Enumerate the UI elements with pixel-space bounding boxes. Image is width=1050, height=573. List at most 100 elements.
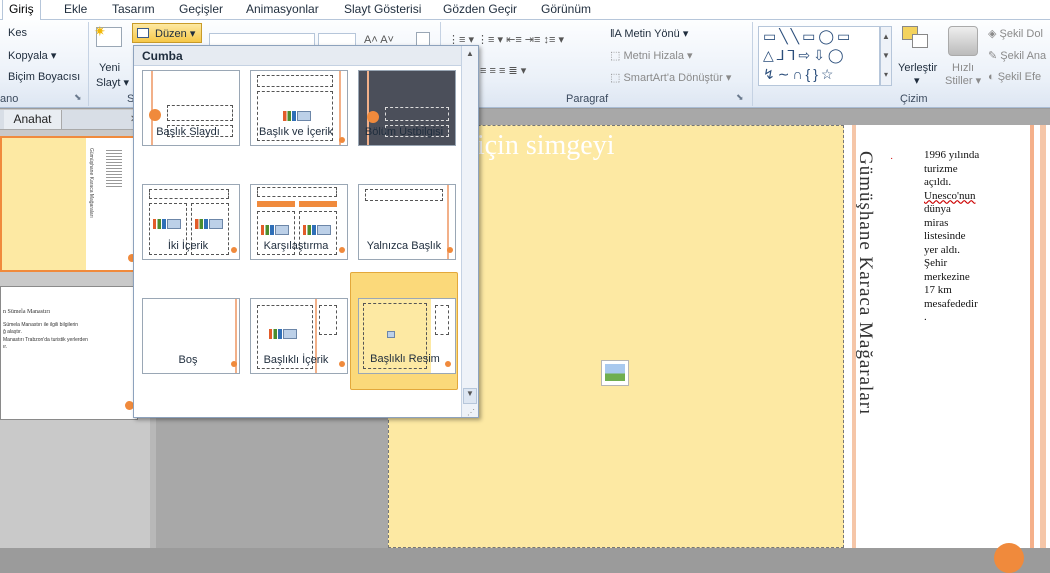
tab-outline[interactable]: Anahat <box>4 110 62 129</box>
layout-label: Bölüm Üstbilgisi <box>364 126 444 138</box>
arrange-dropdown-icon[interactable]: ▾ <box>914 74 920 87</box>
body-line: yer aldı. <box>924 243 961 256</box>
resize-grip-icon[interactable]: ⋰ <box>467 408 475 417</box>
tab-ekle[interactable]: Ekle <box>58 0 93 20</box>
text-direction-label: Metin Yönü <box>624 28 680 40</box>
shape-fill-button[interactable]: ◈ Şekil Dol <box>988 27 1043 40</box>
effects-icon: ◐ <box>988 71 995 83</box>
smartart-button[interactable]: ⬚ SmartArt'a Dönüştür ▾ <box>610 71 731 84</box>
layout-blank[interactable]: Boş <box>134 274 242 388</box>
scroll-up-icon[interactable]: ▲ <box>464 49 476 61</box>
body-line: miras <box>924 216 949 229</box>
text-direction-button[interactable]: ‖A Metin Yönü ▾ <box>610 27 688 40</box>
layout-picture-with-caption[interactable]: Başlıklı Resim <box>350 272 458 390</box>
arrange-label[interactable]: Yerleştir <box>898 62 937 74</box>
layout-label: Yalnızca Başlık <box>366 240 442 252</box>
thumbnail-line: ğ alaştır. <box>3 329 22 335</box>
slide-text-panel: Gümüşhane Karaca Mağaraları · 1996 yılın… <box>844 125 1050 573</box>
clipboard-group-label: ano <box>0 93 19 105</box>
paint-bucket-icon: ◈ <box>988 28 997 40</box>
picture-icon <box>297 111 311 121</box>
thumbnail-title: n Sümela Manastırı <box>3 309 50 315</box>
thumbnail-line: Manastırı Trabzon'da turistik yerlerden <box>3 337 88 343</box>
cut-button[interactable]: Kes <box>8 27 27 39</box>
tab-gorunum[interactable]: Görünüm <box>535 0 597 20</box>
body-line: 1996 yılında <box>924 149 980 161</box>
format-painter-button[interactable]: Biçim Boyacısı <box>8 71 80 83</box>
drawing-group-label: Çizim <box>900 93 928 105</box>
ribbon-tab-bar: Giriş Ekle Tasarım Geçişler Animasyonlar… <box>0 0 1050 21</box>
picture-icon <box>275 225 289 235</box>
shape-effects-label: Şekil Efe <box>997 71 1042 83</box>
quick-styles-label-2[interactable]: Stiller ▾ <box>945 74 981 87</box>
layout-text: Düzen <box>155 28 187 40</box>
layout-title-only[interactable]: Yalnızca Başlık <box>350 160 458 274</box>
tab-giris[interactable]: Giriş <box>2 0 41 21</box>
picture-icon <box>209 219 223 229</box>
layout-button[interactable]: Düzen ▾ <box>132 23 202 43</box>
copy-button[interactable]: Kopyala ▾ <box>8 49 56 62</box>
layout-section-header[interactable]: Bölüm Üstbilgisi <box>350 46 458 160</box>
title-box <box>257 75 333 87</box>
tab-slayt-gosterisi[interactable]: Slayt Gösterisi <box>338 0 427 20</box>
chart-icon <box>303 225 316 235</box>
new-slide-icon[interactable]: ✷ <box>94 23 122 47</box>
paragraph-group-label: Paragraf <box>566 93 609 105</box>
title-box <box>257 187 337 197</box>
layout-label: Karşılaştırma <box>263 240 329 252</box>
picture-icon <box>387 331 395 338</box>
body-line: listesinde <box>924 230 966 242</box>
new-slide-label-1[interactable]: Yeni <box>99 62 120 74</box>
picture-icon <box>283 329 297 339</box>
pencil-icon: ✎ <box>988 50 998 62</box>
quick-styles-label-1[interactable]: Hızlı <box>952 62 974 74</box>
layout-title-slide[interactable]: Başlık Slaydı <box>134 46 242 160</box>
layout-label: Başlık Slaydı <box>156 126 220 138</box>
title-box <box>167 105 233 121</box>
align-icons[interactable]: ≡ ≡ ≡ ≣ ▾ <box>480 64 526 77</box>
body-line: dünya <box>924 203 951 215</box>
insert-picture-icon[interactable] <box>601 360 629 386</box>
shape-effects-button[interactable]: ◐ Şekil Efe <box>988 71 1041 83</box>
body-text[interactable]: 1996 yılında turizme açıldı. Unesco'nun … <box>924 149 979 325</box>
layout-content-with-caption[interactable]: Başlıklı İçerik <box>242 274 350 388</box>
layout-label: İki İçerik <box>167 240 209 252</box>
shape-outline-button[interactable]: ✎ Şekil Ana <box>988 49 1046 62</box>
shapes-scroll[interactable]: ▲ ▼ ▾ <box>880 26 892 86</box>
heading-bar <box>299 201 337 207</box>
quick-styles-icon[interactable] <box>948 26 978 56</box>
align-text-button[interactable]: ⬚ Metni Hizala ▾ <box>610 49 693 62</box>
clear-format-icon[interactable] <box>416 32 430 46</box>
chart-icon <box>195 219 208 229</box>
tab-animasyonlar[interactable]: Animasyonlar <box>240 0 325 20</box>
smartart-label: SmartArt'a Dönüştür <box>623 72 723 84</box>
scroll-down-icon[interactable]: ▼ <box>463 388 477 404</box>
thumbnail-title: Gümüşhane Karaca Mağaraları <box>88 148 94 218</box>
slide-thumbnail-2[interactable]: n Sümela Manastırı Sümela Manastırı ile … <box>0 286 138 420</box>
dialog-launcher-icon[interactable]: ⬊ <box>74 92 82 103</box>
accent-stripe <box>1040 125 1046 548</box>
tab-tasarim[interactable]: Tasarım <box>106 0 161 20</box>
thumbnail-text-lines <box>106 148 122 188</box>
gallery-scrollbar[interactable]: ▲ ▼ <box>461 46 478 417</box>
copy-label: Kopyala <box>8 50 48 62</box>
accent-dot <box>367 111 379 123</box>
layout-title-and-content[interactable]: Başlık ve İçerik <box>242 46 350 160</box>
layout-label: Başlık ve İçerik <box>259 126 333 138</box>
thumbnail-line: ır. <box>3 344 8 350</box>
shapes-gallery[interactable]: ▭╲╲▭◯▭ △⅃⅂⇨⇩◯ ↯∼∩{}☆ <box>758 26 880 86</box>
new-slide-label-2[interactable]: Slayt ▾ <box>96 76 129 89</box>
heading-bar <box>257 201 295 207</box>
smartart-icon: ⬚ <box>610 72 621 84</box>
tab-gozden-gecir[interactable]: Gözden Geçir <box>437 0 523 20</box>
layout-icon <box>137 28 149 38</box>
slide-thumbnail-1[interactable]: Gümüşhane Karaca Mağaraları <box>0 136 138 272</box>
layout-two-content[interactable]: İki İçerik <box>134 160 242 274</box>
arrange-icon[interactable] <box>902 26 932 56</box>
accent-dot <box>149 109 161 121</box>
tab-gecisler[interactable]: Geçişler <box>173 0 229 20</box>
shape-fill-label: Şekil Dol <box>999 28 1043 40</box>
layout-comparison[interactable]: Karşılaştırma <box>242 160 350 274</box>
title-box <box>385 107 449 121</box>
dialog-launcher-icon[interactable]: ⬊ <box>736 92 744 103</box>
